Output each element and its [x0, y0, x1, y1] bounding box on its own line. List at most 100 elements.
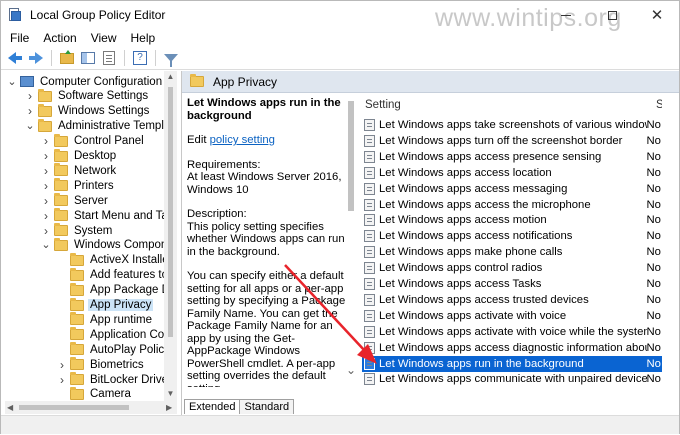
properties-button[interactable]	[100, 49, 118, 67]
expand-chevron-icon[interactable]: ›	[25, 104, 35, 118]
expand-chevron-icon[interactable]: ›	[25, 89, 35, 103]
setting-row[interactable]: Let Windows apps access presence sensing…	[362, 149, 662, 165]
setting-row[interactable]: Let Windows apps access messaging No	[362, 181, 662, 197]
tree-item[interactable]: ActiveX Installer S	[57, 252, 177, 268]
scroll-left-icon: ◀	[7, 403, 14, 412]
setting-row[interactable]: Let Windows apps make phone calls No	[362, 244, 662, 260]
minimize-button[interactable]	[543, 1, 589, 29]
setting-row[interactable]: Let Windows apps activate with voice No	[362, 308, 662, 324]
scroll-thumb[interactable]	[19, 405, 129, 410]
setting-row[interactable]: Let Windows apps access trusted devices N…	[362, 292, 662, 308]
folder-icon	[38, 88, 52, 102]
tree-item[interactable]: App Package Dep	[57, 282, 177, 298]
collapse-chevron-icon[interactable]: ⌄	[25, 121, 35, 132]
column-header-setting[interactable]: Setting	[365, 99, 401, 111]
expand-chevron-icon[interactable]: ›	[57, 373, 67, 387]
expand-chevron-icon[interactable]: ›	[41, 134, 51, 148]
tree-item[interactable]: › Server	[41, 193, 110, 208]
tree-item[interactable]: Camera	[57, 386, 133, 402]
setting-row[interactable]: Let Windows apps access location No	[362, 165, 662, 181]
setting-row[interactable]: Let Windows apps control radios No	[362, 260, 662, 276]
tree-item[interactable]: ⌄ Computer Configuration	[7, 74, 164, 89]
setting-state: No	[646, 119, 661, 131]
menu-help[interactable]: Help	[124, 31, 163, 45]
policy-setting-icon	[364, 341, 375, 354]
expand-chevron-icon[interactable]: ›	[41, 179, 51, 193]
tree-item[interactable]: ⌄ Administrative Templates	[25, 118, 177, 134]
back-button[interactable]	[6, 49, 24, 67]
forward-icon	[29, 52, 43, 64]
scroll-right-icon: ▶	[166, 403, 173, 412]
setting-row[interactable]: Let Windows apps activate with voice whi…	[362, 324, 662, 340]
collapse-chevron-icon[interactable]: ⌄	[7, 76, 17, 87]
tree-item-label: Desktop	[74, 150, 117, 162]
setting-row[interactable]: Let Windows apps access notifications No	[362, 228, 662, 244]
tree-item[interactable]: › Software Settings	[25, 88, 150, 104]
expand-chevron-icon[interactable]: ›	[57, 358, 67, 372]
maximize-button[interactable]	[589, 1, 635, 29]
description-scrollbar[interactable]	[345, 95, 357, 387]
tree-item[interactable]: › BitLocker Drive Er	[57, 372, 177, 387]
setting-row[interactable]: Let Windows apps run in the background No	[362, 355, 662, 372]
tree-item[interactable]: › Control Panel	[41, 133, 146, 149]
tree-item[interactable]: › Windows Settings	[25, 103, 151, 119]
help-button[interactable]: ?	[131, 49, 149, 67]
tree-item[interactable]: › Desktop	[41, 148, 118, 164]
setting-row[interactable]: Let Windows apps communicate with unpair…	[362, 371, 662, 387]
tree-horizontal-scrollbar[interactable]: ◀ ▶	[5, 401, 177, 414]
menu-view[interactable]: View	[84, 31, 124, 45]
filter-button[interactable]	[162, 49, 180, 67]
expand-chevron-icon[interactable]: ›	[41, 194, 51, 208]
setting-row[interactable]: Let Windows apps access diagnostic infor…	[362, 340, 662, 356]
setting-name: Let Windows apps activate with voice	[379, 309, 567, 322]
setting-row[interactable]: Let Windows apps access Tasks No	[362, 276, 662, 292]
expand-chevron-icon[interactable]: ›	[41, 164, 51, 178]
tree-vertical-scrollbar[interactable]: ▲ ▼	[164, 71, 177, 401]
policy-setting-icon	[364, 309, 375, 322]
policy-setting-icon	[364, 198, 375, 211]
scroll-down-icon: ⌄	[345, 363, 357, 377]
setting-state: No	[646, 357, 661, 370]
forward-button[interactable]	[27, 49, 45, 67]
tab-standard[interactable]: Standard	[239, 399, 295, 414]
scroll-thumb[interactable]	[348, 101, 354, 211]
setting-row[interactable]: Let Windows apps access motion No	[362, 212, 662, 228]
expand-chevron-icon[interactable]: ›	[41, 149, 51, 163]
properties-icon	[103, 51, 115, 65]
setting-row[interactable]: Let Windows apps turn off the screenshot…	[362, 133, 662, 149]
collapse-chevron-icon[interactable]: ⌄	[41, 240, 51, 251]
tree-item[interactable]: ⌄ Windows Componen	[41, 237, 177, 253]
close-button[interactable]: ✕	[635, 1, 679, 29]
setting-row[interactable]: Let Windows apps take screenshots of var…	[362, 117, 662, 133]
policy-setting-icon	[364, 214, 375, 227]
show-hide-tree-button[interactable]	[79, 49, 97, 67]
folder-icon	[70, 357, 84, 371]
computer-icon	[20, 76, 34, 87]
column-header-state[interactable]: S	[656, 99, 662, 111]
policy-setting-icon	[364, 325, 375, 338]
tree-item[interactable]: › Biometrics	[57, 357, 146, 372]
tree-item[interactable]: › Printers	[41, 178, 116, 193]
expand-chevron-icon[interactable]: ›	[41, 209, 51, 223]
scroll-thumb[interactable]	[168, 87, 173, 337]
up-one-level-button[interactable]	[58, 49, 76, 67]
edit-policy-link[interactable]: policy setting	[210, 134, 275, 146]
tree-item[interactable]: AutoPlay Policies	[57, 342, 177, 357]
menu-file[interactable]: File	[1, 31, 36, 45]
tree-item[interactable]: Add features to W	[57, 267, 177, 283]
tab-extended[interactable]: Extended	[184, 399, 241, 414]
filter-icon	[164, 54, 178, 67]
tree-item[interactable]: App runtime	[57, 312, 154, 327]
tree-item[interactable]: Application Comp	[57, 327, 177, 342]
setting-row[interactable]: Let Windows apps access the microphone No	[362, 197, 662, 213]
menu-action[interactable]: Action	[36, 31, 83, 45]
tree-item[interactable]: › Network	[41, 163, 118, 178]
expand-chevron-icon[interactable]: ›	[41, 224, 51, 238]
tree-item[interactable]: › Start Menu and Taskb	[41, 208, 177, 223]
setting-name: Let Windows apps communicate with unpair…	[379, 373, 647, 386]
settings-vscroll[interactable]: ⌄	[345, 361, 357, 387]
toolbar-separator	[124, 50, 125, 66]
setting-name: Let Windows apps take screenshots of var…	[379, 119, 647, 131]
tree-item[interactable]: › System	[41, 223, 114, 238]
tree-item[interactable]: App Privacy	[57, 297, 154, 313]
